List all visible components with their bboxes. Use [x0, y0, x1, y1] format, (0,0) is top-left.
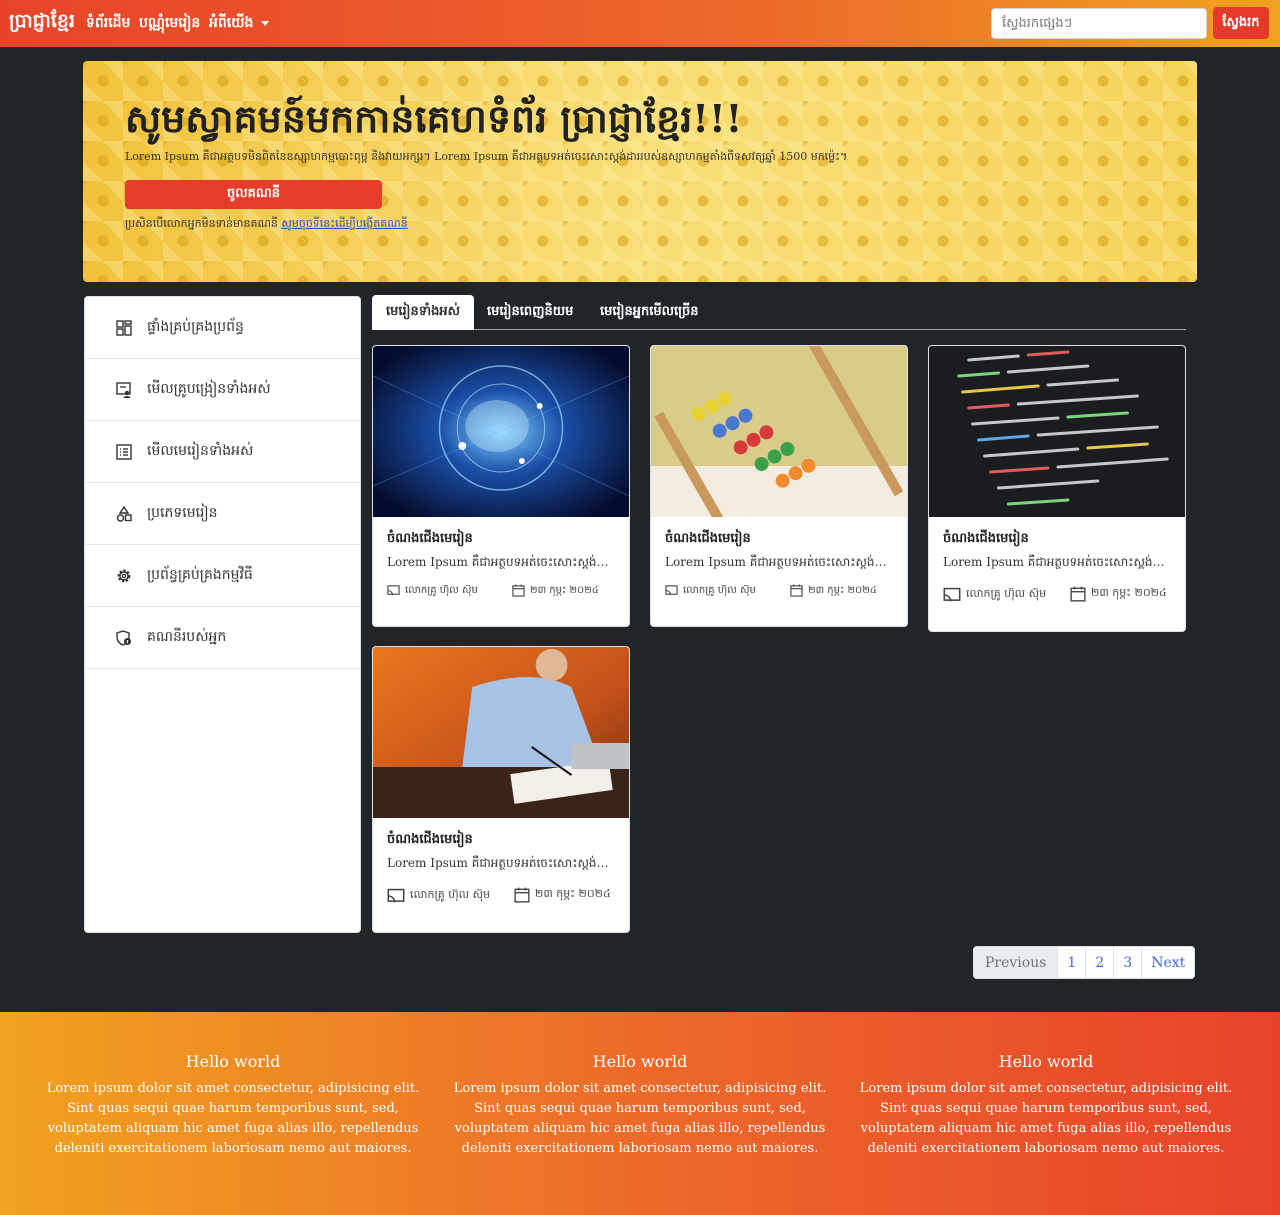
brand-logo[interactable]: ប្រាជ្ញាខ្មែរ — [9, 9, 75, 37]
sidebar-item-label: ប្រភេទមេរៀន — [147, 505, 218, 521]
signup-note: ប្រសិនបើលោកអ្នកមិនទាន់មានគណនី សូមចុចទីនេ… — [125, 217, 408, 233]
sidebar-item-label: មើលគ្រូបង្រៀនទាំងអស់ — [147, 381, 271, 397]
cast-icon — [943, 587, 961, 602]
sidebar-item-teachers[interactable]: មើលគ្រូបង្រៀនទាំងអស់ — [85, 359, 360, 421]
card-teacher-name: លោកគ្រូ ហ៊ុល ស៊ុម — [966, 587, 1047, 600]
footer-column-title: Hello world — [592, 1052, 688, 1071]
list-icon — [115, 443, 133, 461]
card-date: ២៣ កុម្ភះ ២០២៤ — [1070, 586, 1167, 602]
card-description: Lorem Ipsum គឺជាអត្ថបទអត់ចេះសោះស្តង់ដាររ… — [665, 555, 897, 569]
footer-column-text: Lorem ipsum dolor sit amet consectetur, … — [859, 1081, 1233, 1156]
cast-icon — [665, 585, 678, 596]
cast-icon — [387, 585, 400, 596]
page-next[interactable]: Next — [1141, 947, 1194, 978]
footer: Hello world Lorem ipsum dolor sit amet c… — [0, 1012, 1280, 1215]
card-teacher-name: លោកគ្រូ ហ៊ុល ស៊ុម — [405, 585, 478, 596]
page-2[interactable]: 2 — [1085, 947, 1113, 978]
card-title: ចំណងជើងមេរៀន — [387, 832, 473, 847]
dashboard-icon — [115, 319, 133, 337]
calendar-icon — [790, 584, 803, 597]
signup-link[interactable]: សូមចុចទីនេះដើម្បីបង្កើតគណនី — [281, 217, 407, 230]
footer-column-title: Hello world — [998, 1052, 1094, 1071]
card-date-text: ២៣ កុម្ភះ ២០២៤ — [530, 585, 599, 596]
card-teacher: លោកគ្រូ ហ៊ុល ស៊ុម — [943, 586, 1046, 604]
sidebar-item-label: គណនីរបស់អ្នក — [147, 629, 227, 645]
chevron-down-icon — [261, 20, 270, 26]
sidebar-item-lessons[interactable]: មើលមេរៀនទាំងអស់ — [85, 421, 360, 483]
card-teacher-name: លោកគ្រូ ហ៊ុល ស៊ុម — [683, 585, 756, 596]
nav-link-about-label: អំពីយើង — [209, 15, 254, 31]
card-date: ២៣ កុម្ភះ ២០២៤ — [790, 583, 877, 598]
tab-popular-lessons[interactable]: មេរៀនពេញនិយម — [473, 295, 587, 330]
calendar-icon — [514, 887, 530, 903]
card-teacher: លោកគ្រូ ហ៊ុល ស៊ុម — [387, 583, 478, 598]
sidebar-item-dashboard[interactable]: ផ្ទាំងគ្រប់គ្រងប្រព័ន្ធ — [85, 297, 360, 359]
tab-all-lessons[interactable]: មេរៀនទាំងអស់ — [372, 295, 475, 330]
card-date: ២៣ កុម្ភះ ២០២៤ — [512, 583, 599, 598]
sidebar-item-label: មើលមេរៀនទាំងអស់ — [147, 443, 254, 459]
card-date: ២៣ កុម្ភះ ២០២៤ — [514, 887, 611, 903]
footer-column-title: Hello world — [185, 1052, 281, 1071]
top-navbar: ប្រាជ្ញាខ្មែរ ទំព័រដើម បណ្ណុំមេរៀន អំពីយ… — [0, 0, 1280, 47]
category-icon — [115, 505, 133, 523]
card-teacher: លោកគ្រូ ហ៊ុល ស៊ុម — [665, 583, 756, 598]
code-screen-image — [929, 346, 1185, 517]
footer-column-text: Lorem ipsum dolor sit amet consectetur, … — [46, 1081, 420, 1156]
hero-title: សូមស្វាគមន៍មកកាន់គេហទំព័រ ប្រាជ្ញាខ្មែរ!… — [125, 96, 743, 141]
lesson-card[interactable]: ចំណងជើងមេរៀន Lorem Ipsum គឺជាអត្ថបទអត់ចេ… — [928, 345, 1186, 632]
sidebar-item-settings[interactable]: ប្រព័ន្ធគ្រប់គ្រងកម្មវិធី — [85, 545, 360, 607]
search-button[interactable]: ស្វែងរក — [1213, 7, 1269, 39]
nav-link-home[interactable]: ទំព័រដើម — [86, 13, 130, 34]
page-3[interactable]: 3 — [1113, 947, 1141, 978]
nav-link-lessons[interactable]: បណ្ណុំមេរៀន — [139, 13, 200, 34]
nav-link-about[interactable]: អំពីយើង — [209, 13, 270, 34]
card-title: ចំណងជើងមេរៀន — [943, 531, 1029, 546]
sidebar-menu: ផ្ទាំងគ្រប់គ្រងប្រព័ន្ធ មើលគ្រូបង្រៀនទាំ… — [84, 296, 361, 933]
lesson-card[interactable]: ចំណងជើងមេរៀន Lorem Ipsum គឺជាអត្ថបទអត់ចេ… — [372, 646, 630, 933]
footer-column-text: Lorem ipsum dolor sit amet consectetur, … — [453, 1081, 827, 1156]
card-title: ចំណងជើងមេរៀន — [387, 531, 473, 546]
cast-icon — [387, 888, 405, 903]
card-date-text: ២៣ កុម្ភះ ២០២៤ — [535, 887, 611, 900]
writing-man-image — [373, 647, 629, 818]
ai-brain-image — [373, 346, 629, 517]
card-description: Lorem Ipsum គឺជាអត្ថបទអត់ចេះសោះស្តង់ដាររ… — [387, 555, 619, 569]
card-description: Lorem Ipsum គឺជាអត្ថបទអត់ចេះសោះស្តង់ដាររ… — [943, 555, 1175, 569]
login-button[interactable]: ចូលគណនី — [125, 180, 382, 209]
card-teacher: លោកគ្រូ ហ៊ុល ស៊ុម — [387, 887, 490, 905]
sidebar-item-account[interactable]: គណនីរបស់អ្នក — [85, 607, 360, 669]
card-title: ចំណងជើងមេរៀន — [665, 531, 751, 546]
hero-description: Lorem Ipsum គឺជាអត្ថបទមិនពិតនៃឧស្សាហកម្ម… — [125, 150, 848, 163]
page-1[interactable]: 1 — [1057, 947, 1085, 978]
footer-column: Hello world Lorem ipsum dolor sit amet c… — [450, 1052, 830, 1159]
page-previous[interactable]: Previous — [974, 947, 1058, 978]
teacher-icon — [115, 381, 133, 399]
calendar-icon — [1070, 586, 1086, 602]
footer-column: Hello world Lorem ipsum dolor sit amet c… — [856, 1052, 1236, 1159]
sidebar-item-label: ផ្ទាំងគ្រប់គ្រងប្រព័ន្ធ — [147, 319, 244, 335]
hero-banner: សូមស្វាគមន៍មកកាន់គេហទំព័រ ប្រាជ្ញាខ្មែរ!… — [83, 61, 1197, 282]
abacus-image — [651, 346, 907, 517]
pagination: Previous 1 2 3 Next — [973, 946, 1196, 979]
card-date-text: ២៣ កុម្ភះ ២០២៤ — [1091, 586, 1167, 599]
gear-icon — [115, 567, 133, 585]
search-input[interactable] — [991, 8, 1207, 39]
account-icon — [115, 629, 133, 647]
card-teacher-name: លោកគ្រូ ហ៊ុល ស៊ុម — [410, 888, 491, 901]
lesson-card[interactable]: ចំណងជើងមេរៀន Lorem Ipsum គឺជាអត្ថបទអត់ចេ… — [650, 345, 908, 627]
card-description: Lorem Ipsum គឺជាអត្ថបទអត់ចេះសោះស្តង់ដាររ… — [387, 856, 619, 870]
card-date-text: ២៣ កុម្ភះ ២០២៤ — [808, 585, 877, 596]
sidebar-item-label: ប្រព័ន្ធគ្រប់គ្រងកម្មវិធី — [147, 567, 253, 583]
footer-column: Hello world Lorem ipsum dolor sit amet c… — [43, 1052, 423, 1159]
lesson-card[interactable]: ចំណងជើងមេរៀន Lorem Ipsum គឺជាអត្ថបទអត់ចេ… — [372, 345, 630, 627]
tab-most-viewed[interactable]: មេរៀនអ្នកមើលច្រើន — [586, 295, 713, 330]
signup-note-text: ប្រសិនបើលោកអ្នកមិនទាន់មានគណនី — [125, 217, 278, 230]
lesson-tabs: មេរៀនទាំងអស់ មេរៀនពេញនិយម មេរៀនអ្នកមើលច្… — [372, 295, 1186, 330]
sidebar-item-categories[interactable]: ប្រភេទមេរៀន — [85, 483, 360, 545]
calendar-icon — [512, 584, 525, 597]
